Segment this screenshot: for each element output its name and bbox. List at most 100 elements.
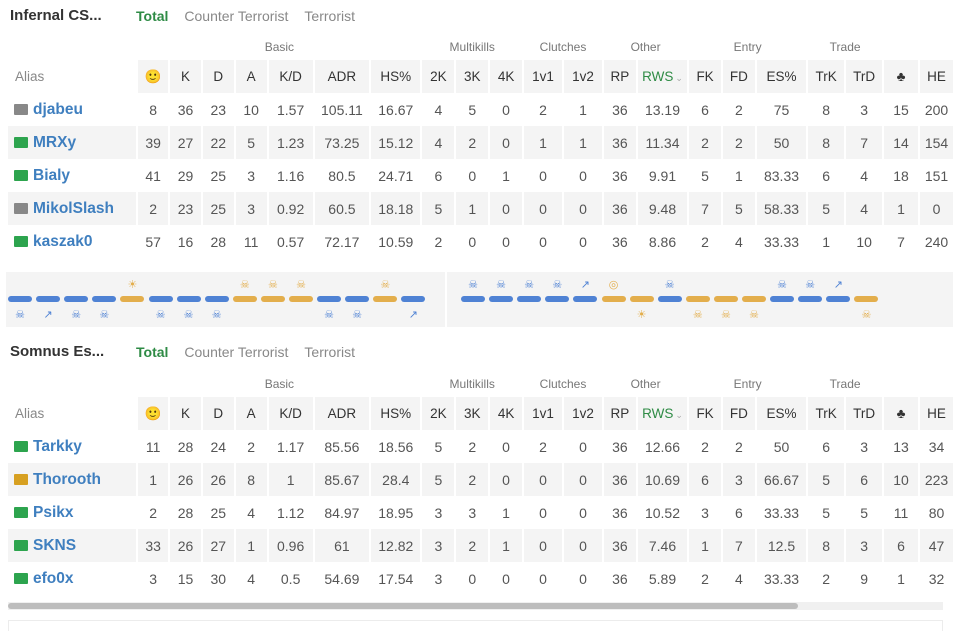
scrollbar-thumb[interactable] [8,603,798,609]
player-name[interactable]: MikolSlash [33,200,114,217]
col-rws[interactable]: RWS ⌄ [635,60,689,93]
col-c2[interactable]: 1v2 [562,397,603,430]
round-bar[interactable] [373,296,398,302]
tab-total[interactable]: Total [136,8,168,24]
col-club[interactable]: ♣ [882,60,919,93]
col-hs[interactable]: HS% [369,397,422,430]
player-alias[interactable]: Thorooth [8,463,138,496]
round-bar[interactable] [770,296,795,302]
col-he[interactable]: HE [917,397,953,430]
horizontal-scrollbar[interactable] [8,602,943,610]
col-a[interactable]: A [233,60,268,93]
col-he[interactable]: HE [917,60,953,93]
round-bar[interactable] [260,296,285,302]
col-alias[interactable]: Alias [8,60,137,93]
col-fd[interactable]: FD [721,397,756,430]
col-rws[interactable]: RWS ⌄ [635,397,689,430]
col-trd[interactable]: TrD [844,397,884,430]
col-k4[interactable]: 4K [488,397,523,430]
player-alias[interactable]: djabeu [8,93,137,126]
player-alias[interactable]: kaszak0 [8,225,137,258]
player-alias[interactable]: efo0x [8,562,137,595]
col-trd[interactable]: TrD [844,60,884,93]
col-k[interactable]: K [168,60,202,93]
round-bar[interactable] [176,296,201,302]
col-k2[interactable]: 2K [420,60,456,93]
round-bar[interactable] [713,296,738,302]
player-alias[interactable]: Psikx [8,496,137,529]
round-bar[interactable] [854,296,879,302]
round-bar[interactable] [8,296,32,302]
round-bar[interactable] [742,296,766,302]
round-bar[interactable] [317,296,342,302]
player-alias[interactable]: Tarkky [8,430,137,463]
tab-counter-terrorist[interactable]: Counter Terrorist [184,344,288,360]
round-bar[interactable] [573,296,598,302]
round-bar[interactable] [517,296,542,302]
col-k3[interactable]: 3K [454,60,490,93]
player-name[interactable]: Bialy [33,167,70,184]
tab-terrorist[interactable]: Terrorist [304,344,355,360]
col-adr[interactable]: ADR [312,397,371,430]
col-c1[interactable]: 1v1 [522,60,563,93]
player-name[interactable]: Psikx [33,504,74,521]
round-bar[interactable] [489,296,514,302]
col-fd[interactable]: FD [721,60,756,93]
col-es[interactable]: ES% [754,60,808,93]
col-smile[interactable]: 🙂 [136,60,170,93]
round-bar[interactable] [601,296,626,302]
col-kd[interactable]: K/D [266,397,314,430]
col-kd[interactable]: K/D [266,60,314,93]
round-bar[interactable] [826,296,851,302]
col-c2[interactable]: 1v2 [562,60,603,93]
col-d[interactable]: D [200,397,235,430]
col-smile[interactable]: 🙂 [136,397,170,430]
player-name[interactable]: Tarkky [33,438,82,455]
round-bar[interactable] [798,296,823,302]
col-k[interactable]: K [168,397,202,430]
col-fk[interactable]: FK [687,60,722,93]
player-alias[interactable]: SKNS [8,529,138,562]
round-bar[interactable] [204,296,229,302]
player-name[interactable]: SKNS [33,537,76,554]
col-alias[interactable]: Alias [8,397,137,430]
round-bar[interactable] [657,296,682,302]
round-bar[interactable] [92,296,117,302]
player-name[interactable]: Thorooth [33,471,101,488]
player-alias[interactable]: MRXy [8,126,138,159]
player-alias[interactable]: Bialy [8,159,137,192]
player-name[interactable]: efo0x [33,570,74,587]
player-name[interactable]: djabeu [33,101,83,118]
tab-terrorist[interactable]: Terrorist [304,8,355,24]
round-bar[interactable] [345,296,370,302]
col-adr[interactable]: ADR [312,60,371,93]
player-alias[interactable]: MikolSlash [8,192,138,225]
col-k2[interactable]: 2K [420,397,456,430]
round-bar[interactable] [629,296,654,302]
col-rp[interactable]: RP [602,60,637,93]
col-k4[interactable]: 4K [488,60,523,93]
round-bar[interactable] [120,296,145,302]
col-a[interactable]: A [233,397,268,430]
col-rp[interactable]: RP [602,397,637,430]
col-c1[interactable]: 1v1 [522,397,563,430]
round-bar[interactable] [232,296,257,302]
round-bar[interactable] [64,296,89,302]
col-fk[interactable]: FK [687,397,722,430]
col-club[interactable]: ♣ [882,397,919,430]
round-bar[interactable] [545,296,570,302]
round-bar[interactable] [685,296,710,302]
round-bar[interactable] [148,296,173,302]
col-k3[interactable]: 3K [454,397,490,430]
col-trk[interactable]: TrK [806,397,846,430]
col-d[interactable]: D [200,60,235,93]
player-name[interactable]: MRXy [33,134,76,151]
tab-counter-terrorist[interactable]: Counter Terrorist [184,8,288,24]
round-bar[interactable] [461,296,485,302]
tab-total[interactable]: Total [136,344,168,360]
col-es[interactable]: ES% [754,397,808,430]
round-bar[interactable] [289,296,313,302]
player-name[interactable]: kaszak0 [33,233,92,250]
col-hs[interactable]: HS% [369,60,422,93]
col-trk[interactable]: TrK [806,60,846,93]
